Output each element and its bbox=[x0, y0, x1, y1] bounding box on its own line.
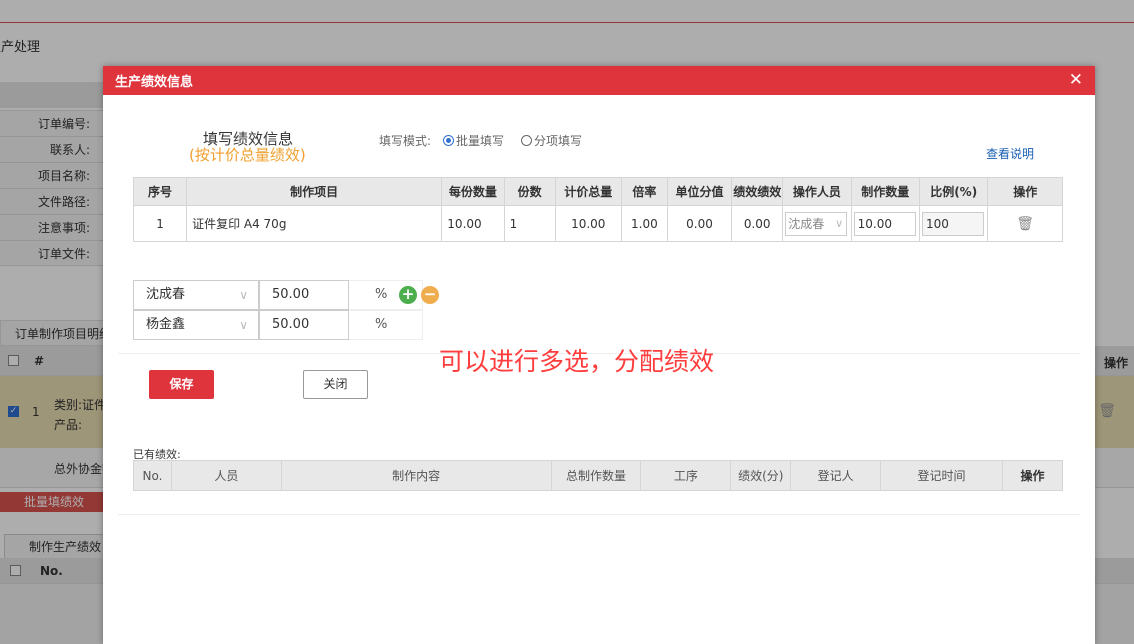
cell-rate: 1.00 bbox=[620, 205, 668, 242]
th-make-qty: 制作数量 bbox=[850, 177, 921, 206]
cell-copies: 1 bbox=[503, 205, 556, 242]
cell-make-qty: 10.00 bbox=[850, 205, 921, 242]
percent-input[interactable]: 50.00 bbox=[259, 310, 349, 340]
annotation-text: 可以进行多选，分配绩效 bbox=[439, 347, 715, 376]
production-items-table: 序号 制作项目 每份数量 份数 计价总量 倍率 单位分值 绩效绩效 操作人员 制… bbox=[132, 177, 1063, 242]
radio-batch-label: 批量填写 bbox=[456, 134, 505, 148]
person-select[interactable]: 沈成春 bbox=[133, 280, 259, 310]
person-select[interactable]: 杨金鑫 bbox=[133, 310, 259, 340]
th-unit-score: 单位分值 bbox=[666, 177, 733, 206]
th-no: No. bbox=[133, 460, 172, 491]
add-row-icon[interactable]: + bbox=[399, 286, 417, 304]
th-operator: 操作人员 bbox=[782, 177, 852, 206]
performance-modal: 生产绩效信息 ✕ 填写绩效信息 (按计价总量绩效) 填写模式: 批量填写 分项填… bbox=[103, 66, 1095, 644]
th-content: 制作内容 bbox=[280, 460, 552, 491]
th-qty-per: 每份数量 bbox=[441, 177, 505, 206]
percent-unit: % bbox=[375, 287, 388, 302]
close-icon[interactable]: ✕ bbox=[1069, 70, 1083, 90]
th-perf: 绩效绩效 bbox=[731, 177, 784, 206]
trash-icon[interactable]: 🗑 bbox=[1016, 216, 1034, 232]
ratio-input[interactable]: 100 bbox=[922, 211, 984, 236]
table-header-row: No. 人员 制作内容 总制作数量 工序 绩效(分) 登记人 登记时间 操作 bbox=[133, 460, 1064, 491]
help-link[interactable]: 查看说明 bbox=[986, 145, 1034, 162]
cell-operator: 沈成春 bbox=[782, 205, 852, 242]
th-total: 计价总量 bbox=[554, 177, 622, 206]
modal-title: 生产绩效信息 bbox=[115, 75, 194, 90]
cell-index: 1 bbox=[132, 205, 188, 242]
fill-subtitle: (按计价总量绩效) bbox=[189, 146, 306, 164]
existing-performance-table: No. 人员 制作内容 总制作数量 工序 绩效(分) 登记人 登记时间 操作 bbox=[133, 460, 1064, 491]
remove-row-icon[interactable]: − bbox=[421, 286, 439, 304]
th-operation: 操作 bbox=[1001, 460, 1064, 491]
cell-perf: 0.00 bbox=[731, 205, 784, 242]
modal-header: 生产绩效信息 ✕ bbox=[103, 66, 1095, 95]
th-ratio: 比例(%) bbox=[918, 177, 989, 206]
th-person: 人员 bbox=[170, 460, 282, 491]
th-rate: 倍率 bbox=[620, 177, 668, 206]
radio-itemized-label: 分项填写 bbox=[534, 134, 583, 148]
cell-operation: 🗑 bbox=[987, 205, 1063, 242]
table-header-row: 序号 制作项目 每份数量 份数 计价总量 倍率 单位分值 绩效绩效 操作人员 制… bbox=[132, 177, 1063, 206]
th-score: 绩效(分) bbox=[730, 460, 792, 491]
percent-input[interactable]: 50.00 bbox=[259, 280, 349, 310]
th-registrar: 登记人 bbox=[790, 460, 882, 491]
table-row: 1 证件复印 A4 70g 10.00 1 10.00 1.00 0.00 0.… bbox=[132, 205, 1063, 242]
operator-select[interactable]: 沈成春 bbox=[785, 211, 848, 236]
th-item: 制作项目 bbox=[186, 177, 443, 206]
percent-unit: % bbox=[375, 317, 388, 332]
th-index: 序号 bbox=[132, 177, 188, 206]
radio-checked-icon bbox=[443, 135, 454, 146]
th-operation: 操作 bbox=[987, 177, 1063, 206]
make-qty-input[interactable]: 10.00 bbox=[853, 211, 916, 236]
mode-label: 填写模式: bbox=[379, 134, 432, 148]
save-button[interactable]: 保存 bbox=[149, 370, 214, 399]
cell-total: 10.00 bbox=[554, 205, 622, 242]
radio-batch[interactable]: 批量填写 bbox=[443, 132, 504, 149]
close-button[interactable]: 关闭 bbox=[303, 370, 368, 399]
divider bbox=[118, 514, 1080, 515]
th-total-qty: 总制作数量 bbox=[550, 460, 642, 491]
radio-unchecked-icon bbox=[521, 135, 532, 146]
radio-itemized[interactable]: 分项填写 bbox=[521, 132, 582, 149]
th-reg-time: 登记时间 bbox=[880, 460, 1003, 491]
cell-unit-score: 0.00 bbox=[666, 205, 733, 242]
cell-item: 证件复印 A4 70g bbox=[186, 205, 443, 242]
th-copies: 份数 bbox=[503, 177, 556, 206]
cell-qty-per: 10.00 bbox=[441, 205, 505, 242]
th-process: 工序 bbox=[640, 460, 732, 491]
cell-ratio: 100 bbox=[918, 205, 989, 242]
